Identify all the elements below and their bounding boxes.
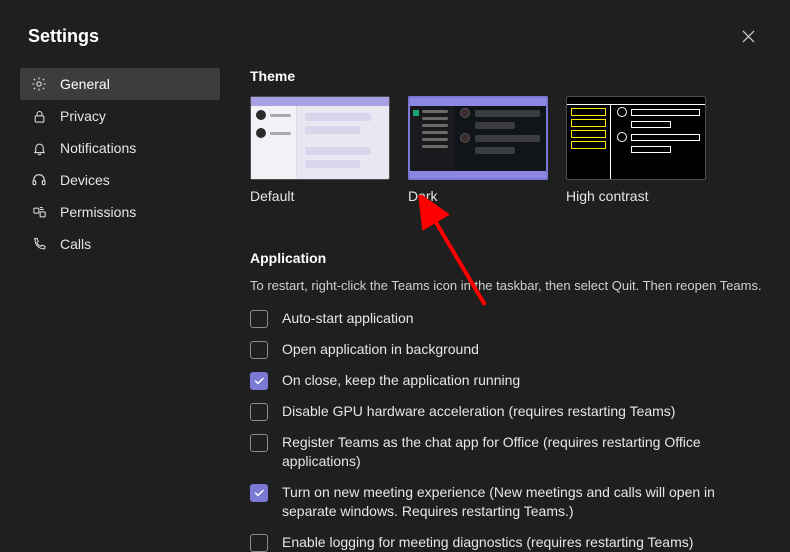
theme-section-title: Theme	[250, 68, 772, 84]
sidebar-item-general[interactable]: General	[20, 68, 220, 100]
checkbox[interactable]	[250, 434, 268, 452]
app-option-row[interactable]: Auto-start application	[250, 309, 772, 328]
application-section-title: Application	[250, 250, 772, 266]
app-option-row[interactable]: Register Teams as the chat app for Offic…	[250, 433, 772, 471]
checkbox[interactable]	[250, 372, 268, 390]
app-option-row[interactable]: On close, keep the application running	[250, 371, 772, 390]
app-option-row[interactable]: Open application in background	[250, 340, 772, 359]
checkbox-label: Auto-start application	[282, 309, 414, 328]
sidebar-item-privacy[interactable]: Privacy	[20, 100, 220, 132]
theme-option-high-contrast[interactable]: High contrast	[566, 96, 706, 204]
app-option-row[interactable]: Turn on new meeting experience (New meet…	[250, 483, 772, 521]
theme-preview-default	[250, 96, 390, 180]
theme-option-dark[interactable]: Dark	[408, 96, 548, 204]
checkbox-label: Open application in background	[282, 340, 479, 359]
permissions-icon	[30, 203, 48, 221]
page-title: Settings	[28, 26, 99, 47]
checkbox[interactable]	[250, 341, 268, 359]
theme-preview-high-contrast	[566, 96, 706, 180]
gear-icon	[30, 75, 48, 93]
theme-preview-dark	[408, 96, 548, 180]
checkbox-label: Register Teams as the chat app for Offic…	[282, 433, 752, 471]
sidebar-item-notifications[interactable]: Notifications	[20, 132, 220, 164]
checkbox-label: Disable GPU hardware acceleration (requi…	[282, 402, 675, 421]
checkbox-label: On close, keep the application running	[282, 371, 520, 390]
settings-sidebar: General Privacy Notifications Devices Pe…	[20, 68, 220, 552]
sidebar-item-label: Permissions	[60, 204, 136, 220]
close-icon	[742, 30, 755, 43]
close-button[interactable]	[734, 22, 762, 50]
lock-icon	[30, 107, 48, 125]
theme-label: Default	[250, 188, 390, 204]
checkbox-label: Turn on new meeting experience (New meet…	[282, 483, 752, 521]
theme-label: High contrast	[566, 188, 706, 204]
sidebar-item-label: Calls	[60, 236, 91, 252]
app-option-row[interactable]: Disable GPU hardware acceleration (requi…	[250, 402, 772, 421]
sidebar-item-label: General	[60, 76, 110, 92]
sidebar-item-permissions[interactable]: Permissions	[20, 196, 220, 228]
headset-icon	[30, 171, 48, 189]
sidebar-item-devices[interactable]: Devices	[20, 164, 220, 196]
sidebar-item-label: Privacy	[60, 108, 106, 124]
checkbox-label: Enable logging for meeting diagnostics (…	[282, 533, 693, 552]
checkbox[interactable]	[250, 484, 268, 502]
theme-label: Dark	[408, 188, 548, 204]
app-option-row[interactable]: Enable logging for meeting diagnostics (…	[250, 533, 772, 552]
checkbox[interactable]	[250, 310, 268, 328]
theme-options: Default Dark	[250, 96, 772, 204]
bell-icon	[30, 139, 48, 157]
sidebar-item-calls[interactable]: Calls	[20, 228, 220, 260]
sidebar-item-label: Notifications	[60, 140, 136, 156]
checkbox[interactable]	[250, 403, 268, 421]
calls-icon	[30, 235, 48, 253]
theme-option-default[interactable]: Default	[250, 96, 390, 204]
application-note: To restart, right-click the Teams icon i…	[250, 278, 772, 293]
checkbox[interactable]	[250, 534, 268, 552]
sidebar-item-label: Devices	[60, 172, 110, 188]
